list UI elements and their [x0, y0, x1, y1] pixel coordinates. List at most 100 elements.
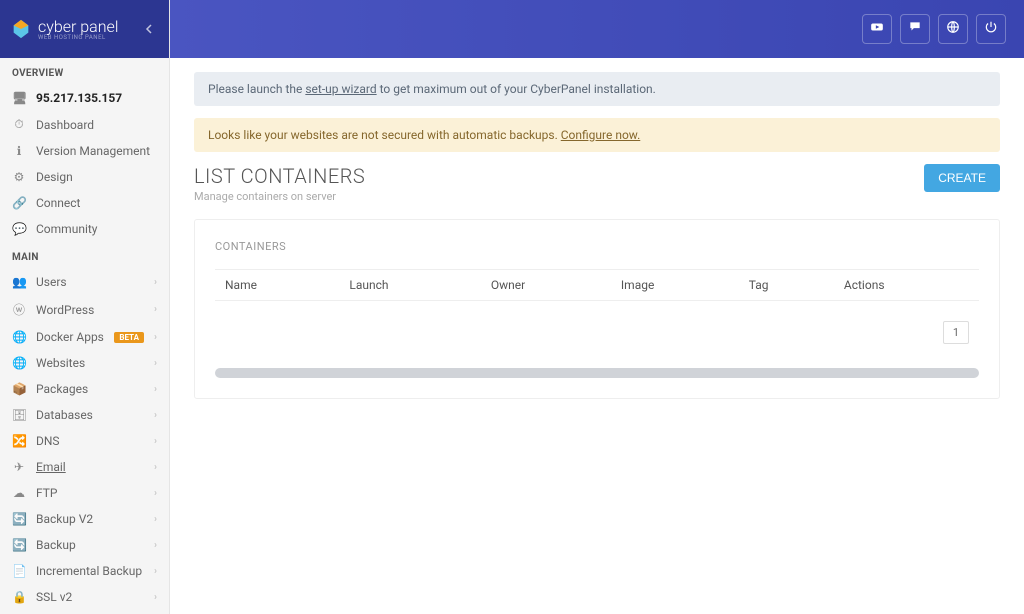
beta-badge: BETA — [114, 332, 144, 343]
containers-table: NameLaunchOwnerImageTagActions — [215, 269, 979, 301]
containers-panel: CONTAINERS NameLaunchOwnerImageTagAction… — [194, 219, 1000, 399]
laptop-icon: 🖥 — [12, 91, 26, 105]
chevron-right-icon: › — [154, 540, 157, 551]
globe-icon — [946, 20, 960, 38]
pagination: 1 — [215, 301, 979, 360]
database-icon: 🗄 — [12, 408, 26, 422]
info-icon: ℹ — [12, 144, 26, 158]
column-owner: Owner — [481, 270, 611, 301]
sidebar-item-backup-v2[interactable]: 🔄 Backup V2 › — [0, 506, 169, 532]
main-area: Please launch the set-up wizard to get m… — [170, 0, 1024, 614]
panel-title: CONTAINERS — [215, 240, 979, 253]
chevron-right-icon: › — [154, 592, 157, 603]
sidebar-item-label: Incremental Backup — [36, 564, 144, 578]
lock-icon: 🔒 — [12, 590, 26, 604]
section-overview: OVERVIEW — [0, 58, 169, 85]
sidebar-item-users[interactable]: 👥 Users › — [0, 269, 169, 295]
sidebar-item-label: Backup V2 — [36, 512, 144, 526]
topbar-globe-button[interactable] — [938, 14, 968, 44]
chevron-right-icon: › — [154, 384, 157, 395]
sidebar-item-ssl[interactable]: 🔒SSL› — [0, 610, 169, 614]
topbar-youtube-button[interactable] — [862, 14, 892, 44]
sidebar-brand-row: cyber panel WEB HOSTING PANEL — [0, 0, 169, 58]
topbar-power-button[interactable] — [976, 14, 1006, 44]
page-title: LIST CONTAINERS — [194, 164, 924, 188]
file-icon: 📄 — [12, 564, 26, 578]
sidebar-item-packages[interactable]: 📦 Packages › — [0, 376, 169, 402]
sidebar-item-label: Packages — [36, 382, 144, 396]
chevron-right-icon: › — [154, 436, 157, 447]
sidebar-item-label: Websites — [36, 356, 144, 370]
sidebar-item-label: Community — [36, 222, 157, 236]
chevron-right-icon: › — [154, 332, 157, 343]
sidebar-item-ssl-v2[interactable]: 🔒 SSL v2 › — [0, 584, 169, 610]
column-image: Image — [611, 270, 739, 301]
chevron-right-icon: › — [154, 514, 157, 525]
cloud-icon: ☁ — [12, 486, 26, 500]
sidebar-item-label: SSL v2 — [36, 590, 144, 604]
sidebar-item-label: 95.217.135.157 — [36, 91, 157, 105]
sidebar-item-docker-apps[interactable]: 🌐 Docker Apps BETA › — [0, 324, 169, 350]
content: Please launch the set-up wizard to get m… — [170, 58, 1024, 614]
setup-wizard-link[interactable]: set-up wizard — [305, 82, 376, 96]
chevron-right-icon: › — [154, 358, 157, 369]
sidebar-item-dns[interactable]: 🔀 DNS › — [0, 428, 169, 454]
configure-backup-link[interactable]: Configure now. — [561, 128, 641, 142]
sidebar-item-label: Databases — [36, 408, 144, 422]
alert-backup: Looks like your websites are not secured… — [194, 118, 1000, 152]
chat-icon — [908, 20, 922, 38]
column-actions: Actions — [834, 270, 979, 301]
gauge-icon: ⏱ — [12, 117, 26, 132]
sidebar-item-95-217-135-157[interactable]: 🖥 95.217.135.157 — [0, 85, 169, 111]
users-icon: 👥 — [12, 275, 26, 289]
sidebar: cyber panel WEB HOSTING PANEL OVERVIEW 🖥… — [0, 0, 170, 614]
sitemap-icon: 🔀 — [12, 434, 26, 448]
sidebar-item-dashboard[interactable]: ⏱ Dashboard — [0, 111, 169, 138]
sidebar-item-label: Backup — [36, 538, 144, 552]
chevron-right-icon: › — [154, 462, 157, 473]
chevron-right-icon: › — [154, 304, 157, 315]
sidebar-item-label: Users — [36, 275, 144, 289]
sidebar-item-label: Email — [36, 460, 144, 474]
sidebar-item-label: Version Management — [36, 144, 157, 158]
sidebar-item-incremental-backup[interactable]: 📄 Incremental Backup › — [0, 558, 169, 584]
power-icon — [984, 20, 998, 38]
section-main: MAIN — [0, 242, 169, 269]
refresh-icon: 🔄 — [12, 538, 26, 552]
sidebar-collapse-button[interactable] — [139, 19, 159, 39]
sidebar-item-design[interactable]: ⚙ Design — [0, 164, 169, 190]
create-button[interactable]: CREATE — [924, 164, 1000, 192]
chevron-left-icon — [145, 24, 153, 34]
globe-icon: 🌐 — [12, 330, 26, 344]
page-number-1[interactable]: 1 — [943, 321, 969, 344]
sidebar-item-ftp[interactable]: ☁ FTP › — [0, 480, 169, 506]
package-icon: 📦 — [12, 382, 26, 396]
sidebar-item-version-management[interactable]: ℹ Version Management — [0, 138, 169, 164]
sidebar-item-label: Docker Apps — [36, 330, 104, 344]
sidebar-item-label: FTP — [36, 486, 144, 500]
sidebar-item-label: Dashboard — [36, 118, 157, 132]
horizontal-scrollbar[interactable] — [215, 368, 979, 378]
globe-icon: 🌐 — [12, 356, 26, 370]
topbar-chat-button[interactable] — [900, 14, 930, 44]
refresh-icon: 🔄 — [12, 512, 26, 526]
sidebar-item-websites[interactable]: 🌐 Websites › — [0, 350, 169, 376]
sidebar-item-wordpress[interactable]: ⓦWordPress› — [0, 295, 169, 324]
youtube-icon — [870, 20, 884, 38]
sidebar-item-label: Design — [36, 170, 157, 184]
logo[interactable]: cyber panel WEB HOSTING PANEL — [10, 17, 139, 41]
sidebar-item-community[interactable]: 💬Community — [0, 216, 169, 242]
sidebar-item-label: Connect — [36, 196, 157, 210]
logo-icon — [10, 18, 32, 40]
chevron-right-icon: › — [154, 277, 157, 288]
column-launch: Launch — [339, 270, 480, 301]
sidebar-item-connect[interactable]: 🔗Connect — [0, 190, 169, 216]
chevron-right-icon: › — [154, 488, 157, 499]
sidebar-item-email[interactable]: ✈ Email › — [0, 454, 169, 480]
sidebar-item-backup[interactable]: 🔄 Backup › — [0, 532, 169, 558]
plane-icon: ✈ — [12, 460, 26, 474]
sidebar-item-label: DNS — [36, 434, 144, 448]
chevron-right-icon: › — [154, 566, 157, 577]
gear-icon: ⚙ — [12, 170, 26, 184]
sidebar-item-databases[interactable]: 🗄Databases› — [0, 402, 169, 428]
